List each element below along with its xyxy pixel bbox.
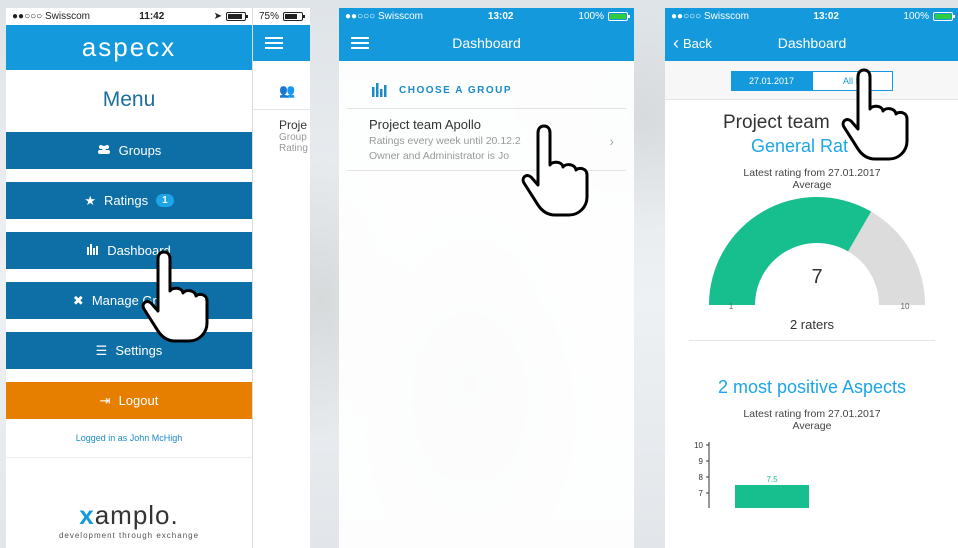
positive-aspects-heading: 2 most positive Aspects (717, 377, 907, 397)
group-sub: Group (279, 132, 307, 143)
chevron-right-icon: › (609, 133, 614, 149)
bar-label: 7.5 (766, 475, 778, 484)
average-label: Average (792, 179, 832, 191)
page-title: Dashboard (777, 35, 847, 51)
raters-count: 2 raters (689, 317, 935, 341)
gauge-value: 7 (811, 266, 822, 288)
dashboard-icon (87, 243, 99, 258)
groups-screen-partial: 75% 👥 Proje Group Rating (252, 8, 310, 548)
xamplo-logo: xamplo. development through exchange (6, 500, 252, 540)
menu-item-ratings[interactable]: ★ Ratings 1 (6, 182, 252, 219)
nav-bar: ‹ Back Dashboard (665, 25, 958, 61)
bar-chart-svg: 10 9 8 7 7.5 (694, 441, 809, 508)
battery-icon (607, 12, 630, 21)
menu-item-label: Settings (115, 343, 163, 358)
status-right: 100% (903, 11, 955, 22)
carrier: ●●○○○ Swisscom (12, 11, 90, 22)
gauge-min: 1 (729, 302, 734, 311)
logout-label: Logout (118, 393, 159, 408)
battery-icon (283, 12, 306, 21)
ratings-badge: 1 (156, 194, 174, 207)
average-label-2: Average (792, 420, 832, 432)
rating-gauge: 7 1 10 (665, 197, 958, 317)
menu-item-groups[interactable]: Groups (6, 132, 252, 169)
menu-item-label: Groups (118, 143, 162, 158)
hand-pointer-icon (141, 250, 209, 343)
nav-bar (253, 25, 310, 61)
battery-icon (226, 12, 248, 21)
status-bar: ●●○○○ Swisscom 13:02 100% (665, 8, 958, 25)
list-item[interactable]: Proje Group Rating (253, 110, 310, 154)
tick-label: 10 (694, 441, 703, 450)
aspects-bar-chart: 10 9 8 7 7.5 (665, 438, 958, 508)
segment-date[interactable]: 27.01.2017 (731, 71, 812, 91)
group-title: Proje (279, 118, 308, 132)
status-bar: ●●○○○ Swisscom 11:42 ➤ (6, 8, 252, 25)
logged-in-text: Logged in as John McHigh (6, 433, 252, 458)
tools-icon: ✖ (72, 292, 84, 308)
gauge-svg: 7 1 10 (709, 197, 925, 311)
clock: 11:42 (139, 11, 165, 22)
tick-label: 9 (699, 457, 704, 466)
battery-percent: 100% (903, 11, 929, 22)
clock: 13:02 (487, 11, 514, 22)
battery-percent: 75% (259, 11, 280, 22)
brand-name: xamplo. (79, 500, 179, 530)
battery-icon (932, 12, 955, 21)
app-logo: aspecx (6, 25, 252, 70)
status-bar: 75% (253, 8, 310, 25)
status-bar: ●●○○○ Swisscom 13:02 100% (339, 8, 634, 25)
chart-bars-icon (371, 81, 387, 100)
carrier: ●●○○○ Swisscom (671, 11, 749, 22)
page-title: Dashboard (452, 35, 521, 51)
latest-rating-text: Latest rating from 27.01.2017 (743, 167, 881, 179)
logout-icon: ⇥ (99, 392, 111, 408)
dashboard-group-screen: ●●○○○ Swisscom 13:02 100% Dashboard CHOO… (339, 8, 634, 548)
logout-button[interactable]: ⇥ Logout (6, 382, 252, 419)
menu-item-label: Ratings (104, 193, 149, 208)
groups-icon (97, 143, 111, 158)
location-icon: ➤ (213, 11, 222, 22)
tick-label: 7 (699, 489, 704, 498)
section-label: CHOOSE A GROUP (399, 85, 513, 96)
latest-rating-text-2: Latest rating from 27.01.2017 (743, 408, 881, 420)
nav-bar: Dashboard (339, 25, 634, 61)
hand-pointer-icon (521, 124, 589, 217)
menu-title: Menu (102, 88, 156, 111)
status-right: ➤ (213, 11, 248, 22)
group-sub: Rating (279, 143, 308, 154)
gauge-fill (709, 197, 872, 305)
battery-percent: 100% (578, 11, 604, 22)
clock: 13:02 (813, 11, 839, 22)
gauge-max: 10 (901, 302, 910, 311)
bar (735, 485, 809, 508)
star-icon: ★ (84, 192, 96, 208)
status-right: 100% (578, 11, 630, 22)
section-header: CHOOSE A GROUP (347, 61, 626, 109)
brand-tagline: development through exchange (58, 531, 200, 540)
sliders-icon: ☰ (95, 342, 108, 358)
hand-pointer-icon (841, 68, 909, 161)
hamburger-icon[interactable] (265, 37, 283, 49)
tick-label: 8 (699, 473, 704, 482)
groups-icon: 👥 (253, 61, 310, 110)
carrier: ●●○○○ Swisscom (345, 11, 423, 22)
